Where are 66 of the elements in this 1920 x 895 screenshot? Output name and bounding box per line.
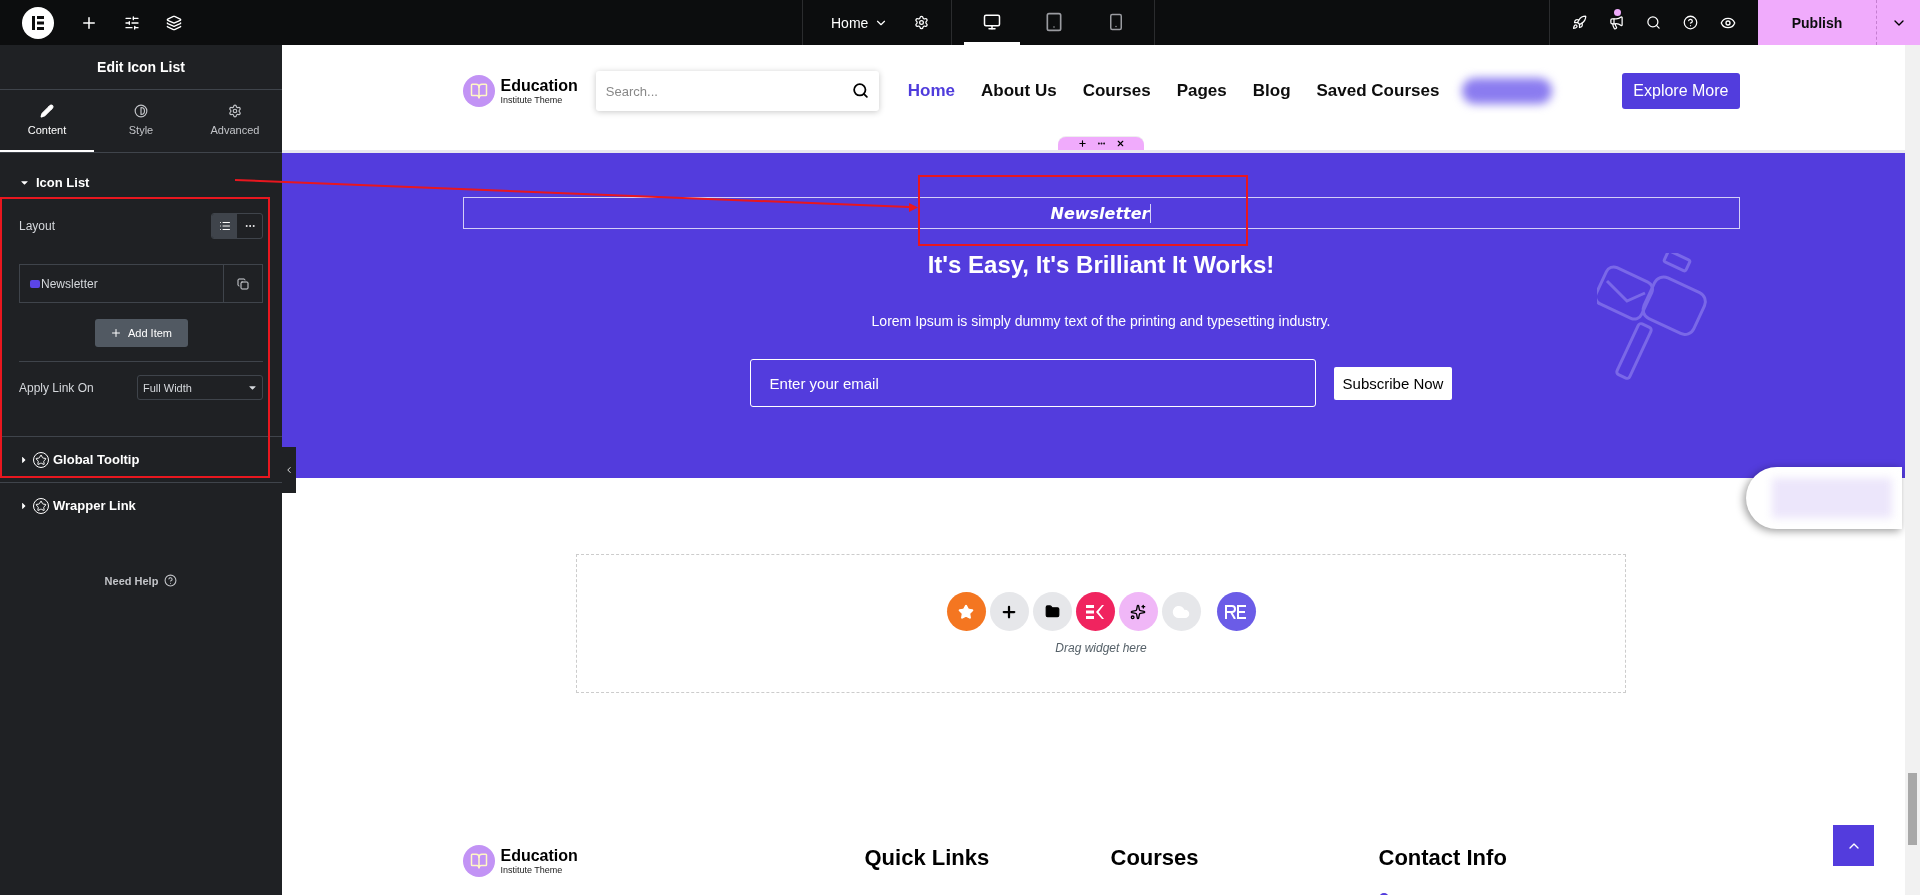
mailbox-icon [1597,253,1709,381]
sliders-icon[interactable] [124,14,140,31]
subscribe-button[interactable]: Subscribe Now [1333,366,1453,400]
email-field[interactable]: Enter your email [749,359,1316,407]
nav-link[interactable]: About Us [968,81,1070,101]
newsletter-label: Newsletter [1050,203,1152,223]
logo-subtitle: Institute Theme [500,864,564,875]
tablet-icon [1044,12,1065,32]
close-icon[interactable] [1115,139,1125,148]
nav-link[interactable]: Saved Courses [1303,81,1453,101]
drop-hint: Drag widget here [1055,641,1147,655]
chevron-left-icon [284,465,294,475]
plugin-logo-icon[interactable] [1216,592,1256,631]
gear-icon [228,104,242,118]
layers-icon[interactable] [166,14,182,31]
rocket-icon[interactable] [1572,15,1587,30]
panel-tab[interactable]: Advanced [188,90,282,152]
editor-logo-icon[interactable] [22,6,54,39]
kit-icon[interactable] [1075,592,1115,631]
footer-heading: Quick Links [864,845,991,871]
footer-heading: Courses [1110,845,1200,871]
list-layout-button[interactable] [212,214,237,238]
section-handle[interactable] [1058,137,1144,150]
settings-icon[interactable] [914,15,930,30]
folder-icon[interactable] [1032,592,1072,631]
item-icon [30,279,40,288]
search-icon[interactable] [851,82,869,99]
plus-icon[interactable] [1077,139,1087,148]
pencil-icon [40,104,54,118]
logo-subtitle: Institute Theme [500,94,564,105]
book-logo-icon [462,75,495,107]
sparkles-icon[interactable] [1118,592,1158,631]
drag-icon[interactable] [1096,139,1106,148]
contrast-icon [134,104,148,118]
panel-tab[interactable]: Style [94,90,188,152]
add-icon[interactable] [989,592,1029,631]
search-field[interactable]: Search... [595,71,879,111]
megaphone-icon[interactable] [1609,15,1624,30]
logo-title: Education [500,847,578,865]
nav-link[interactable]: Home [894,81,969,101]
newsletter-text: Lorem Ipsum is simply dummy text of the printing and typesetting industry. [871,313,1331,329]
footer-heading: Contact Info [1378,845,1508,871]
publish-button[interactable]: Publish [1758,0,1876,45]
monitor-icon [983,13,1002,31]
list-icon [218,220,231,232]
nav-link[interactable]: Blog [1239,81,1304,101]
nav-link[interactable]: Courses [1069,81,1164,101]
logo-title: Education [500,77,578,95]
copy-icon [237,277,249,290]
book-logo-icon [462,845,495,877]
page-menu[interactable]: Home [825,13,895,32]
apply-link-select[interactable]: Full Width [137,375,263,400]
layout-label: Layout [19,219,56,233]
section-header[interactable]: Icon List [19,167,263,190]
notification-dot [1614,9,1621,16]
nav-link[interactable]: Pages [1163,81,1240,101]
help-link[interactable]: Need Help [104,574,159,587]
plus-icon [110,327,122,339]
apply-link-label: Apply Link On [19,380,94,395]
help-icon[interactable] [164,574,178,587]
panel-tab[interactable]: Content [0,90,94,152]
explore-more-button[interactable]: Explore More [1622,73,1740,109]
add-item-button[interactable]: Add Item [94,319,188,347]
scrollbar[interactable] [1905,45,1920,895]
search-icon[interactable] [1646,15,1661,30]
newsletter-heading: It's Easy, It's Brilliant It Works! [927,251,1275,279]
